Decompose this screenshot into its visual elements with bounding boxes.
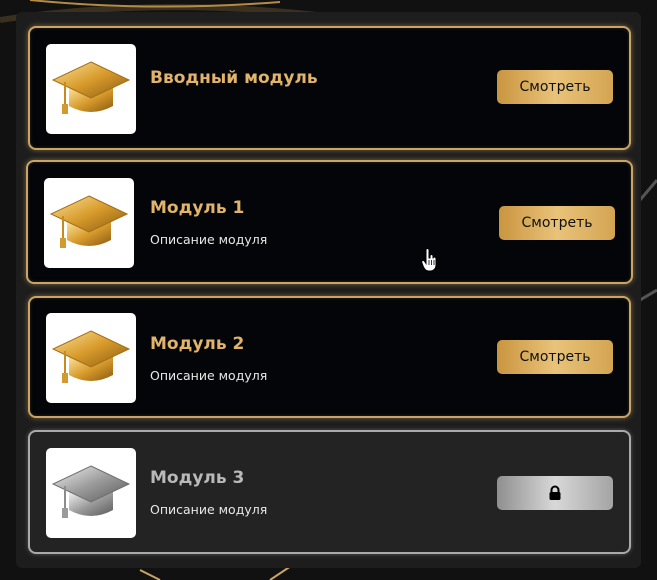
module-description: Описание модуля (150, 502, 268, 517)
module-thumbnail (44, 178, 134, 268)
module-title: Модуль 2 (150, 334, 245, 354)
graduation-cap-icon (49, 195, 129, 248)
module-card-1[interactable]: Модуль 1 Описание модуля Смотреть (26, 160, 633, 284)
watch-button[interactable]: Смотреть (497, 70, 613, 104)
graduation-cap-icon (51, 61, 131, 114)
watch-button[interactable]: Смотреть (497, 340, 613, 374)
module-card-intro[interactable]: Вводный модуль Смотреть (28, 26, 631, 150)
graduation-cap-icon (51, 330, 131, 383)
module-thumbnail (46, 448, 136, 538)
module-thumbnail (46, 44, 136, 134)
module-thumbnail (46, 313, 136, 403)
module-card-3-locked: Модуль 3 Описание модуля (28, 430, 631, 554)
module-title: Модуль 3 (150, 468, 245, 488)
module-title: Модуль 1 (150, 198, 245, 218)
lock-icon (549, 485, 561, 500)
locked-button (497, 476, 613, 510)
modules-panel: Вводный модуль Смотреть Модуль 1 Описани… (16, 12, 641, 568)
module-card-2[interactable]: Модуль 2 Описание модуля Смотреть (28, 296, 631, 418)
module-description: Описание модуля (150, 232, 268, 247)
module-title: Вводный модуль (150, 68, 318, 88)
module-description: Описание модуля (150, 368, 268, 383)
hand-pointer-icon (421, 248, 437, 272)
watch-button[interactable]: Смотреть (499, 206, 615, 240)
graduation-cap-icon (51, 465, 131, 518)
